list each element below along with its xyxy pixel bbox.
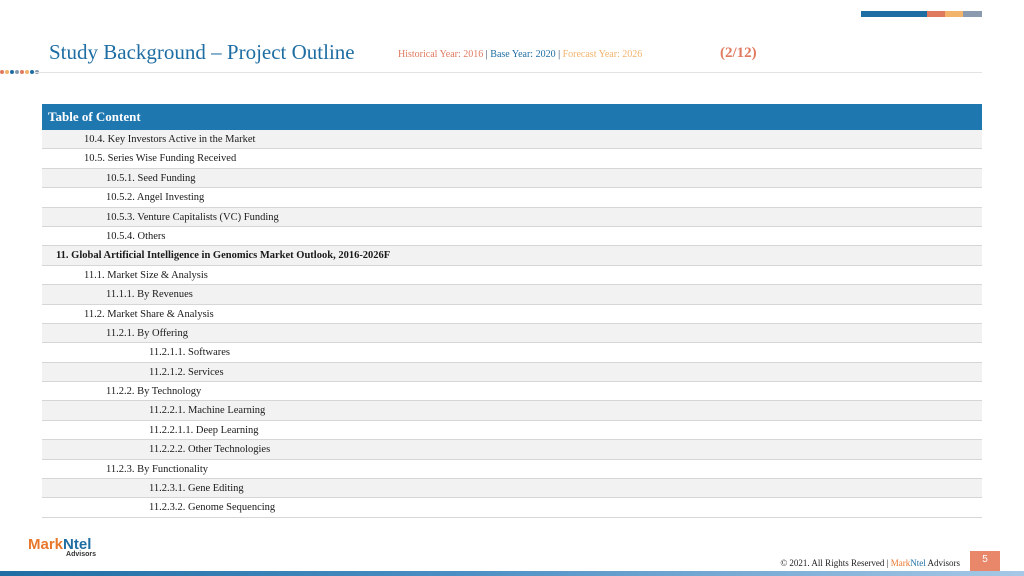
- toc-row: 11.2.1. By Offering: [42, 323, 982, 344]
- toc-row: 10.4. Key Investors Active in the Market: [42, 130, 982, 150]
- section-page-count: (2/12): [720, 45, 757, 61]
- toc-row: 11.2. Market Share & Analysis: [42, 304, 982, 324]
- year-separator: |: [558, 49, 561, 60]
- historical-year: Historical Year: 2016: [398, 49, 484, 60]
- toc-row: 11.2.2.2. Other Technologies: [42, 440, 982, 460]
- base-year: Base Year: 2020: [490, 49, 556, 60]
- toc-row: 11.2.3.2. Genome Sequencing: [42, 498, 982, 518]
- toc-row: 11.2.2.1. Machine Learning: [42, 401, 982, 421]
- toc-row: 10.5.3. Venture Capitalists (VC) Funding: [42, 207, 982, 227]
- forecast-year: Forecast Year: 2026: [562, 49, 643, 60]
- toc-row: 11.2.3.1. Gene Editing: [42, 479, 982, 499]
- toc-row: 10.5.1. Seed Funding: [42, 168, 982, 189]
- table-of-content: Table of Content 10.4. Key Investors Act…: [42, 104, 982, 518]
- bottom-gradient-bar: [0, 571, 1024, 576]
- study-years: Historical Year: 2016 | Base Year: 2020 …: [398, 49, 642, 60]
- marknetl-logo: MarkNtel Advisors: [28, 537, 108, 563]
- toc-row: 10.5.2. Angel Investing: [42, 188, 982, 208]
- toc-row: 11.1.1. By Revenues: [42, 285, 982, 305]
- toc-body: 10.4. Key Investors Active in the Market…: [42, 130, 982, 518]
- header-divider: [34, 72, 982, 73]
- toc-row: 10.5. Series Wise Funding Received: [42, 149, 982, 169]
- toc-row: 11.2.2.1.1. Deep Learning: [42, 420, 982, 441]
- footer-copyright: © 2021. All Rights Reserved | MarkNtel A…: [780, 558, 960, 568]
- toc-row: 11.1. Market Size & Analysis: [42, 265, 982, 286]
- toc-row: 10.5.4. Others: [42, 226, 982, 247]
- toc-row: 11.2.3. By Functionality: [42, 459, 982, 480]
- toc-row: 11.2.1.1. Softwares: [42, 343, 982, 363]
- top-accent-stripe: [861, 11, 982, 17]
- year-separator: |: [485, 49, 488, 60]
- page-number-badge: 5: [970, 551, 1000, 571]
- toc-heading: Table of Content: [42, 104, 982, 130]
- page-title: Study Background – Project Outline: [49, 40, 355, 64]
- toc-row: 11.2.2. By Technology: [42, 382, 982, 402]
- toc-row: 11. Global Artificial Intelligence in Ge…: [42, 246, 982, 266]
- logo-wordmark: MarkNtel: [28, 536, 92, 553]
- toc-row: 11.2.1.2. Services: [42, 362, 982, 383]
